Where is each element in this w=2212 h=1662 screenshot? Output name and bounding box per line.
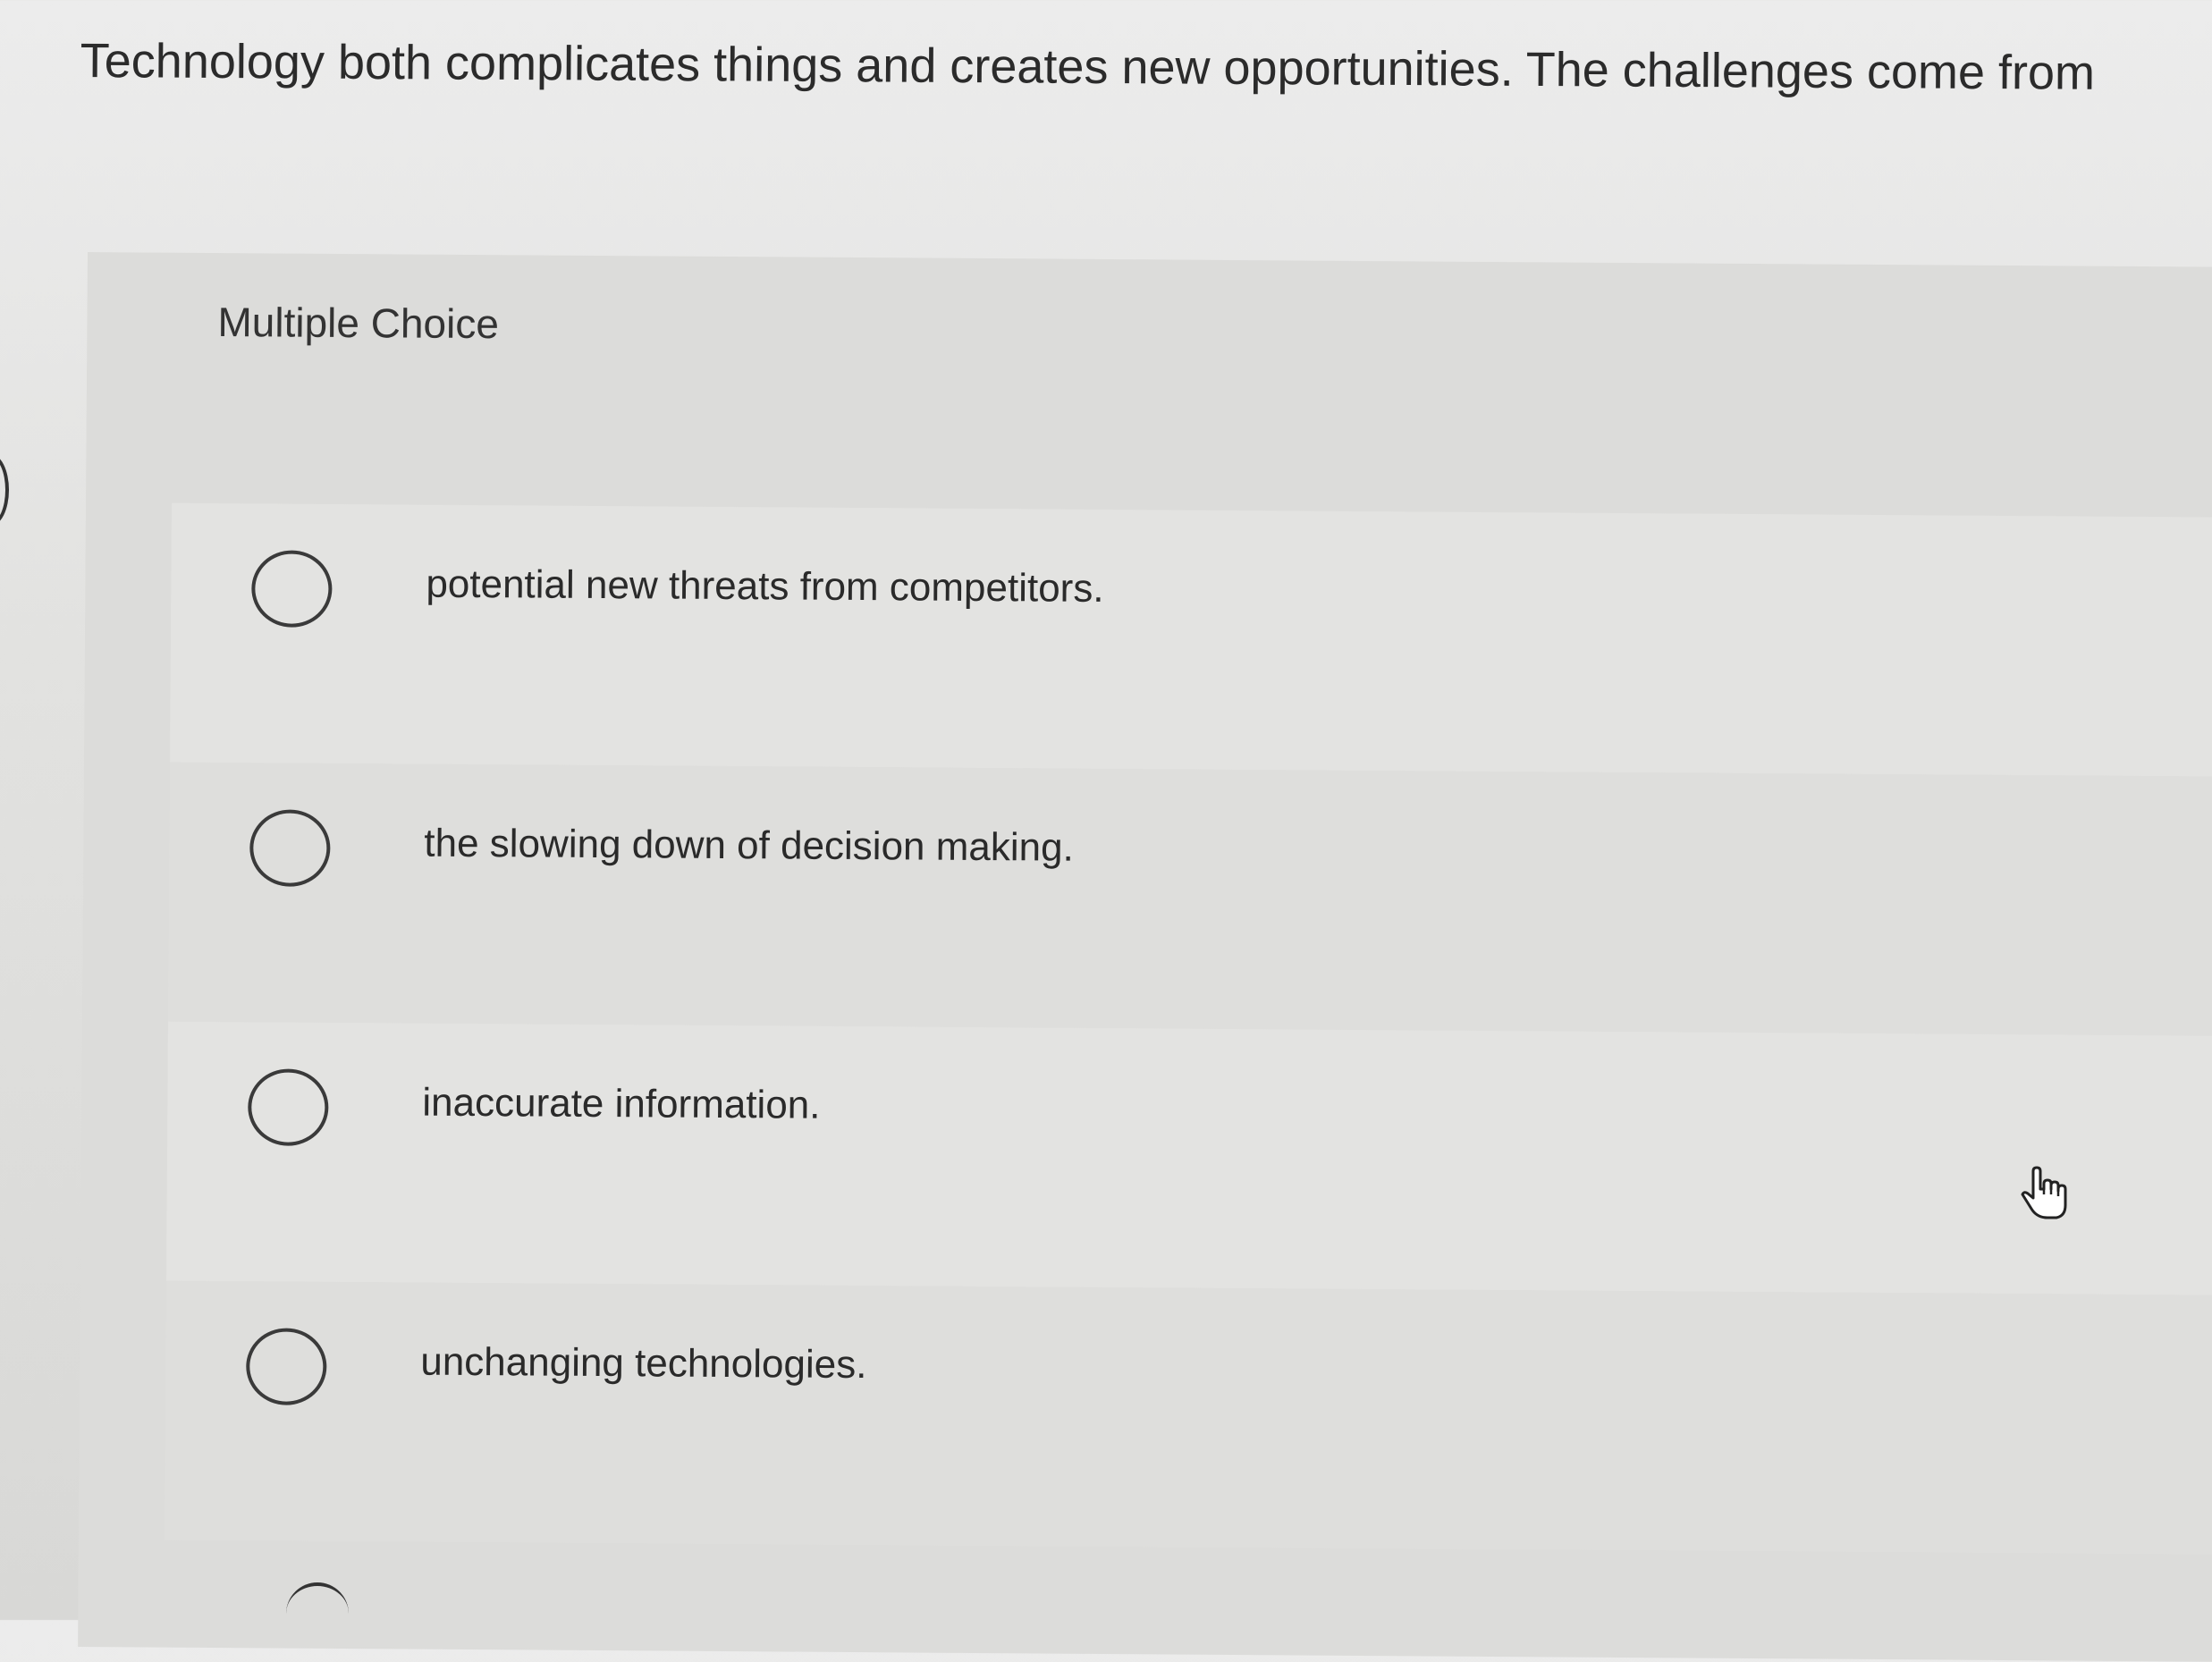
- choice-label[interactable]: the slowing down of decision making.: [424, 822, 1074, 871]
- choice-label[interactable]: unchanging technologies.: [420, 1340, 866, 1388]
- radio-button-icon[interactable]: [248, 1068, 329, 1146]
- choice-option-3[interactable]: inaccurate information.: [165, 1021, 2212, 1295]
- choice-option-2[interactable]: the slowing down of decision making.: [167, 762, 2212, 1036]
- left-edge-mark: [0, 454, 9, 526]
- multiple-choice-panel: Multiple Choice potential new threats fr…: [78, 252, 2212, 1662]
- choice-label[interactable]: potential new threats from competitors.: [426, 562, 1103, 612]
- radio-button-icon[interactable]: [251, 550, 333, 628]
- multiple-choice-heading: Multiple Choice: [217, 299, 500, 348]
- choice-list: potential new threats from competitors. …: [164, 502, 2212, 1555]
- partial-radio-button-icon: [286, 1582, 349, 1645]
- choice-option-4[interactable]: unchanging technologies.: [164, 1280, 2212, 1555]
- choice-label[interactable]: inaccurate information.: [422, 1081, 820, 1128]
- radio-button-icon[interactable]: [246, 1328, 327, 1405]
- choice-option-1[interactable]: potential new threats from competitors.: [170, 502, 2212, 777]
- question-text: Technology both complicates things and c…: [80, 33, 2096, 100]
- hand-pointer-icon: [2021, 1166, 2067, 1219]
- radio-button-icon[interactable]: [249, 809, 331, 887]
